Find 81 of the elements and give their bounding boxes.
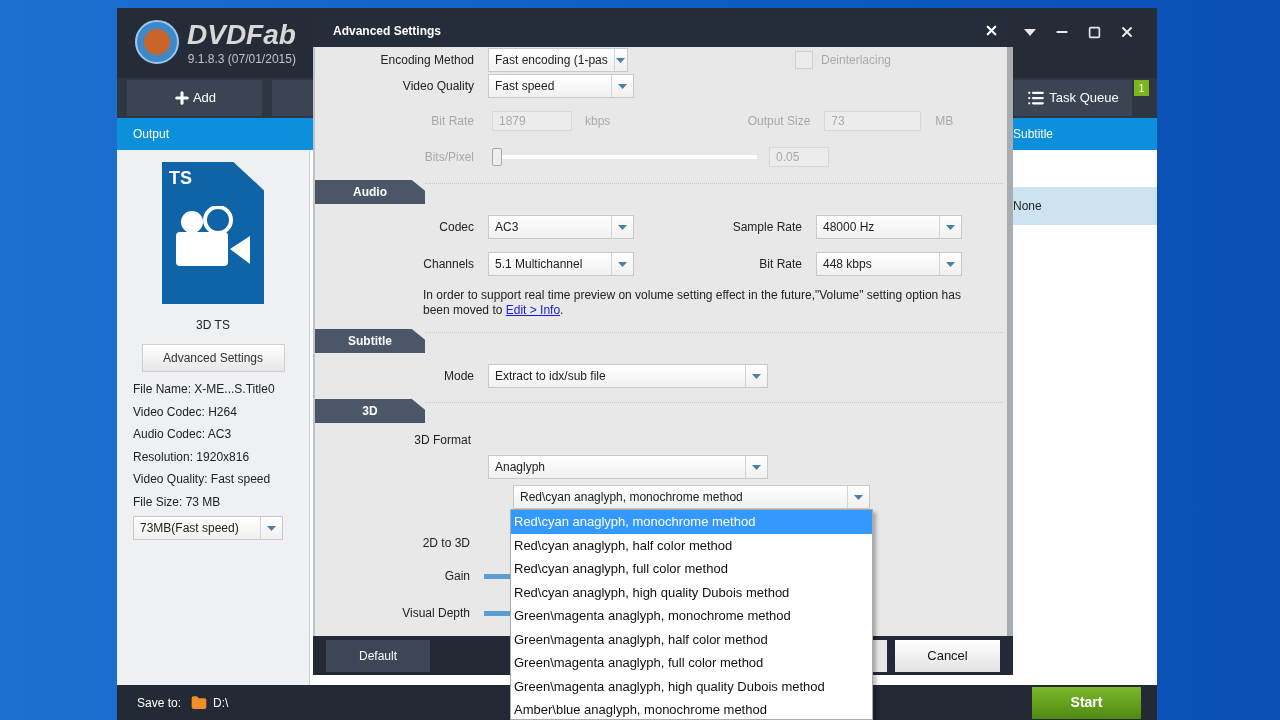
field-label: 3D Format — [414, 432, 471, 449]
format-label: TS — [168, 167, 193, 190]
dropdown-option[interactable]: Green\magenta anaglyph, high quality Dubois method — [511, 674, 872, 698]
dropdown[interactable]: Fast speed — [488, 74, 634, 98]
caret-icon — [267, 525, 276, 531]
save-to-label: Save to: — [137, 694, 182, 712]
dropdown[interactable]: Red\cyan anaglyph, monochrome method — [513, 485, 870, 509]
caret-icon — [618, 224, 627, 230]
dropdown[interactable]: AC3 — [488, 215, 634, 239]
field-label: Visual Depth — [402, 605, 470, 622]
caret-icon — [946, 261, 955, 267]
size-dropdown[interactable]: 73MB(Fast speed) — [133, 516, 283, 540]
dropdown-option[interactable]: Green\magenta anaglyph, full color method — [511, 651, 872, 675]
unit-label: MB — [935, 113, 954, 130]
dropdown-option[interactable]: Green\magenta anaglyph, monochrome method — [511, 604, 872, 628]
close-icon[interactable] — [984, 23, 999, 38]
dialog-title: Advanced Settings — [333, 22, 442, 40]
dropdown[interactable]: Fast encoding (1-pas — [488, 48, 628, 72]
info-text: Audio Codec: AC3 — [133, 426, 233, 444]
count-badge: 1 — [1134, 80, 1149, 96]
caret-icon — [854, 494, 863, 500]
info-text: Video Codec: H264 — [133, 403, 238, 421]
field-label: Gain — [444, 568, 470, 585]
column-header: Subtitle — [1013, 126, 1055, 143]
field-label: Bit Rate — [759, 256, 802, 273]
maximize-icon[interactable] — [1088, 25, 1101, 39]
dropdown[interactable]: Anaglyph — [488, 455, 768, 479]
dropdown-option[interactable]: Green\magenta anaglyph, half color method — [511, 627, 872, 651]
field-label: Bits/Pixel — [424, 149, 474, 166]
info-text: Resolution: 1920x816 — [133, 448, 251, 466]
info-text: File Size: 73 MB — [133, 493, 222, 511]
caret-icon — [752, 464, 761, 470]
dropdown-option[interactable]: Amber\blue anaglyph, monochrome method — [511, 698, 872, 720]
dropdown[interactable]: 48000 Hz — [816, 215, 962, 239]
app-logo: DVDFab — [187, 20, 296, 50]
advanced-settings-button[interactable]: Advanced Settings — [141, 344, 285, 372]
info-text: Video Quality: Fast speed — [133, 471, 272, 489]
checkbox-label: Deinterlacing — [821, 52, 892, 69]
subtitle-row[interactable]: None — [1013, 187, 1157, 225]
volume-note: In order to support real time preview on volume setting effect in the future,"Volume" setting option has been moved to Edit > Info. — [423, 288, 962, 318]
scrollbar[interactable] — [1007, 47, 1013, 636]
dropdown[interactable]: 5.1 Multichannel — [488, 252, 634, 276]
dropdown-option[interactable]: Red\cyan anaglyph, half color method — [511, 533, 872, 557]
unit-label: kbps — [585, 113, 611, 130]
folder-icon[interactable] — [191, 694, 208, 711]
section-header: Subtitle — [315, 329, 425, 353]
logo-icon — [135, 20, 179, 64]
field-label: 2D to 3D — [422, 535, 470, 552]
info-text: File Name: X-ME...S.Title0 — [133, 381, 276, 399]
task-queue-button[interactable]: Task Queue — [1014, 80, 1132, 116]
caret-icon — [616, 57, 626, 63]
field-label: Output Size — [747, 113, 811, 130]
section-header: 3D — [315, 399, 425, 423]
dropdown[interactable]: Extract to idx/sub file — [488, 364, 768, 388]
plus-icon — [172, 89, 191, 107]
format-name: 3D TS — [196, 317, 230, 334]
field-label: Codec — [439, 219, 474, 236]
version-text: 9.1.8.3 (07/01/2015) — [187, 51, 296, 68]
dropdown-menu-icon[interactable] — [1024, 28, 1036, 36]
dropdown-option[interactable]: Red\cyan anaglyph, full color method — [511, 557, 872, 581]
caret-icon — [946, 224, 955, 230]
section-header: Audio — [315, 180, 425, 204]
field-label: Encoding Method — [380, 52, 474, 69]
cancel-button[interactable]: Cancel — [895, 639, 1000, 672]
add-button[interactable]: Add — [127, 80, 262, 116]
close-icon[interactable] — [1119, 24, 1135, 40]
dropdown-option[interactable]: Red\cyan anaglyph, high quality Dubois method — [511, 580, 872, 604]
caret-icon — [618, 261, 627, 267]
dropdown[interactable]: 448 kbps — [816, 252, 962, 276]
field-label: Bit Rate — [431, 113, 474, 130]
field-label: Channels — [423, 256, 474, 273]
list-icon — [1027, 89, 1046, 107]
slider[interactable] — [492, 148, 757, 166]
save-path: D:\ — [213, 694, 229, 712]
default-button[interactable]: Default — [326, 639, 430, 672]
column-header: Output — [132, 126, 170, 143]
field-label: Sample Rate — [732, 219, 802, 236]
caret-icon — [752, 373, 761, 379]
field-label: Video Quality — [402, 78, 474, 95]
caret-icon — [618, 83, 627, 89]
field-label: Mode — [443, 368, 474, 385]
